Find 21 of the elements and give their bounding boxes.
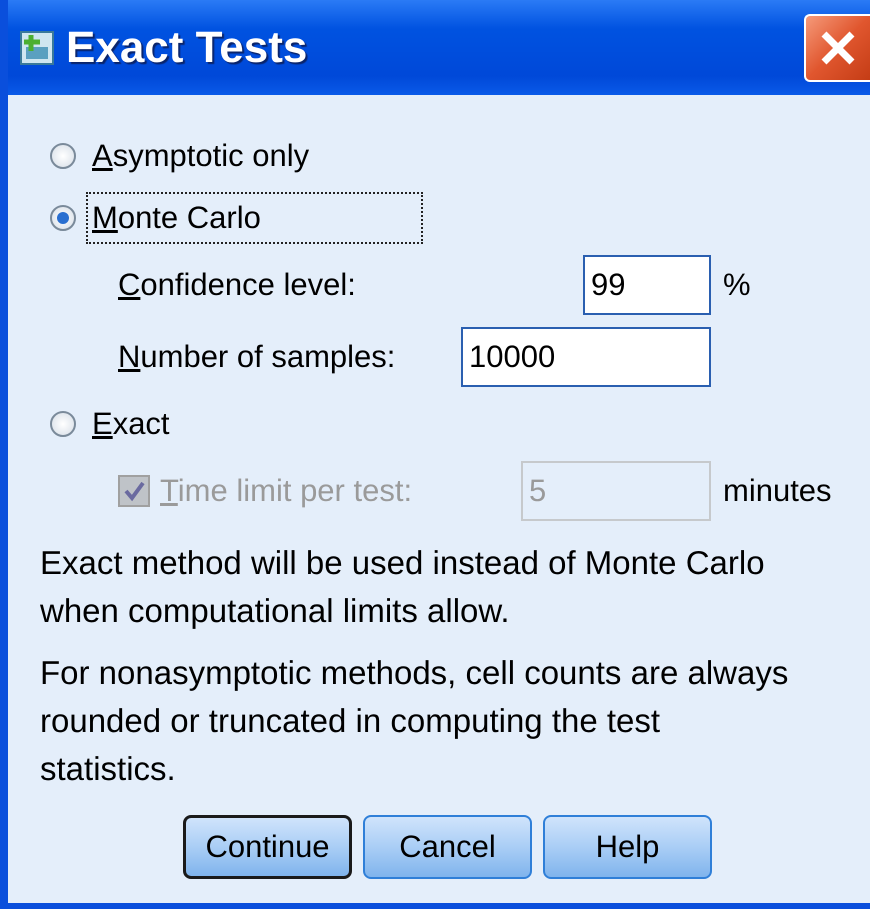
field-label: Number of samples: <box>118 339 396 375</box>
dialog-button[interactable]: Cancel <box>363 815 532 879</box>
radio-label: Monte Carlo <box>86 192 423 244</box>
checkbox-label: Time limit per test: <box>160 473 412 509</box>
info-text: Exact method will be used instead of Monte Carlo when computational limits allow. <box>40 543 766 631</box>
field-label: Confidence level: <box>118 267 356 303</box>
info-text: For nonasymptotic methods, cell counts are always rounded or truncated in computing the test statistics. <box>40 653 790 789</box>
unit-label: % <box>723 267 751 303</box>
dialog-button[interactable]: Help <box>543 815 712 879</box>
number-field[interactable]: 99 <box>583 255 711 315</box>
radio-label: Exact <box>91 405 171 443</box>
continue-button[interactable]: Continue <box>183 815 352 879</box>
radio-label: Asymptotic only <box>91 137 310 175</box>
radio-button[interactable] <box>50 143 76 169</box>
app-icon <box>20 30 54 64</box>
radio-button[interactable] <box>50 411 76 437</box>
number-field[interactable]: 10000 <box>461 327 711 387</box>
unit-label: minutes <box>723 473 832 509</box>
radio-button[interactable] <box>50 205 76 231</box>
close-button[interactable] <box>804 14 870 82</box>
window-title: Exact Tests <box>66 22 308 72</box>
